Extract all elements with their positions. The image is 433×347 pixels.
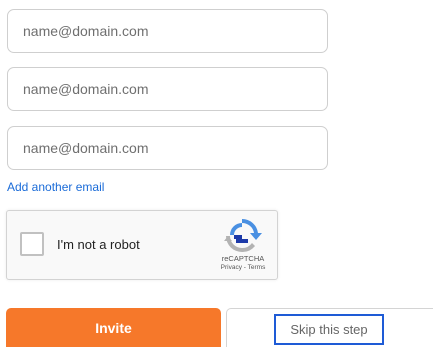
email-field-3[interactable] [7,126,328,170]
invite-button[interactable]: Invite [6,308,221,347]
invite-form: Add another email I'm not a robot reCAPT… [0,0,433,347]
recaptcha-links: Privacy - Terms [215,264,271,272]
email-field-2[interactable] [7,67,328,111]
email-field-1[interactable] [7,9,328,53]
skip-step-button[interactable] [226,308,433,347]
recaptcha-terms-link[interactable]: Terms [248,264,266,271]
recaptcha-label: I'm not a robot [57,237,140,252]
recaptcha-privacy-link[interactable]: Privacy [221,264,242,271]
add-another-email-link[interactable]: Add another email [7,179,104,195]
recaptcha-brand: reCAPTCHA [221,254,265,263]
recaptcha-checkbox[interactable] [20,232,44,256]
recaptcha-widget: I'm not a robot reCAPTCHA Privacy - Term… [6,210,278,280]
recaptcha-logo-icon [224,219,262,253]
